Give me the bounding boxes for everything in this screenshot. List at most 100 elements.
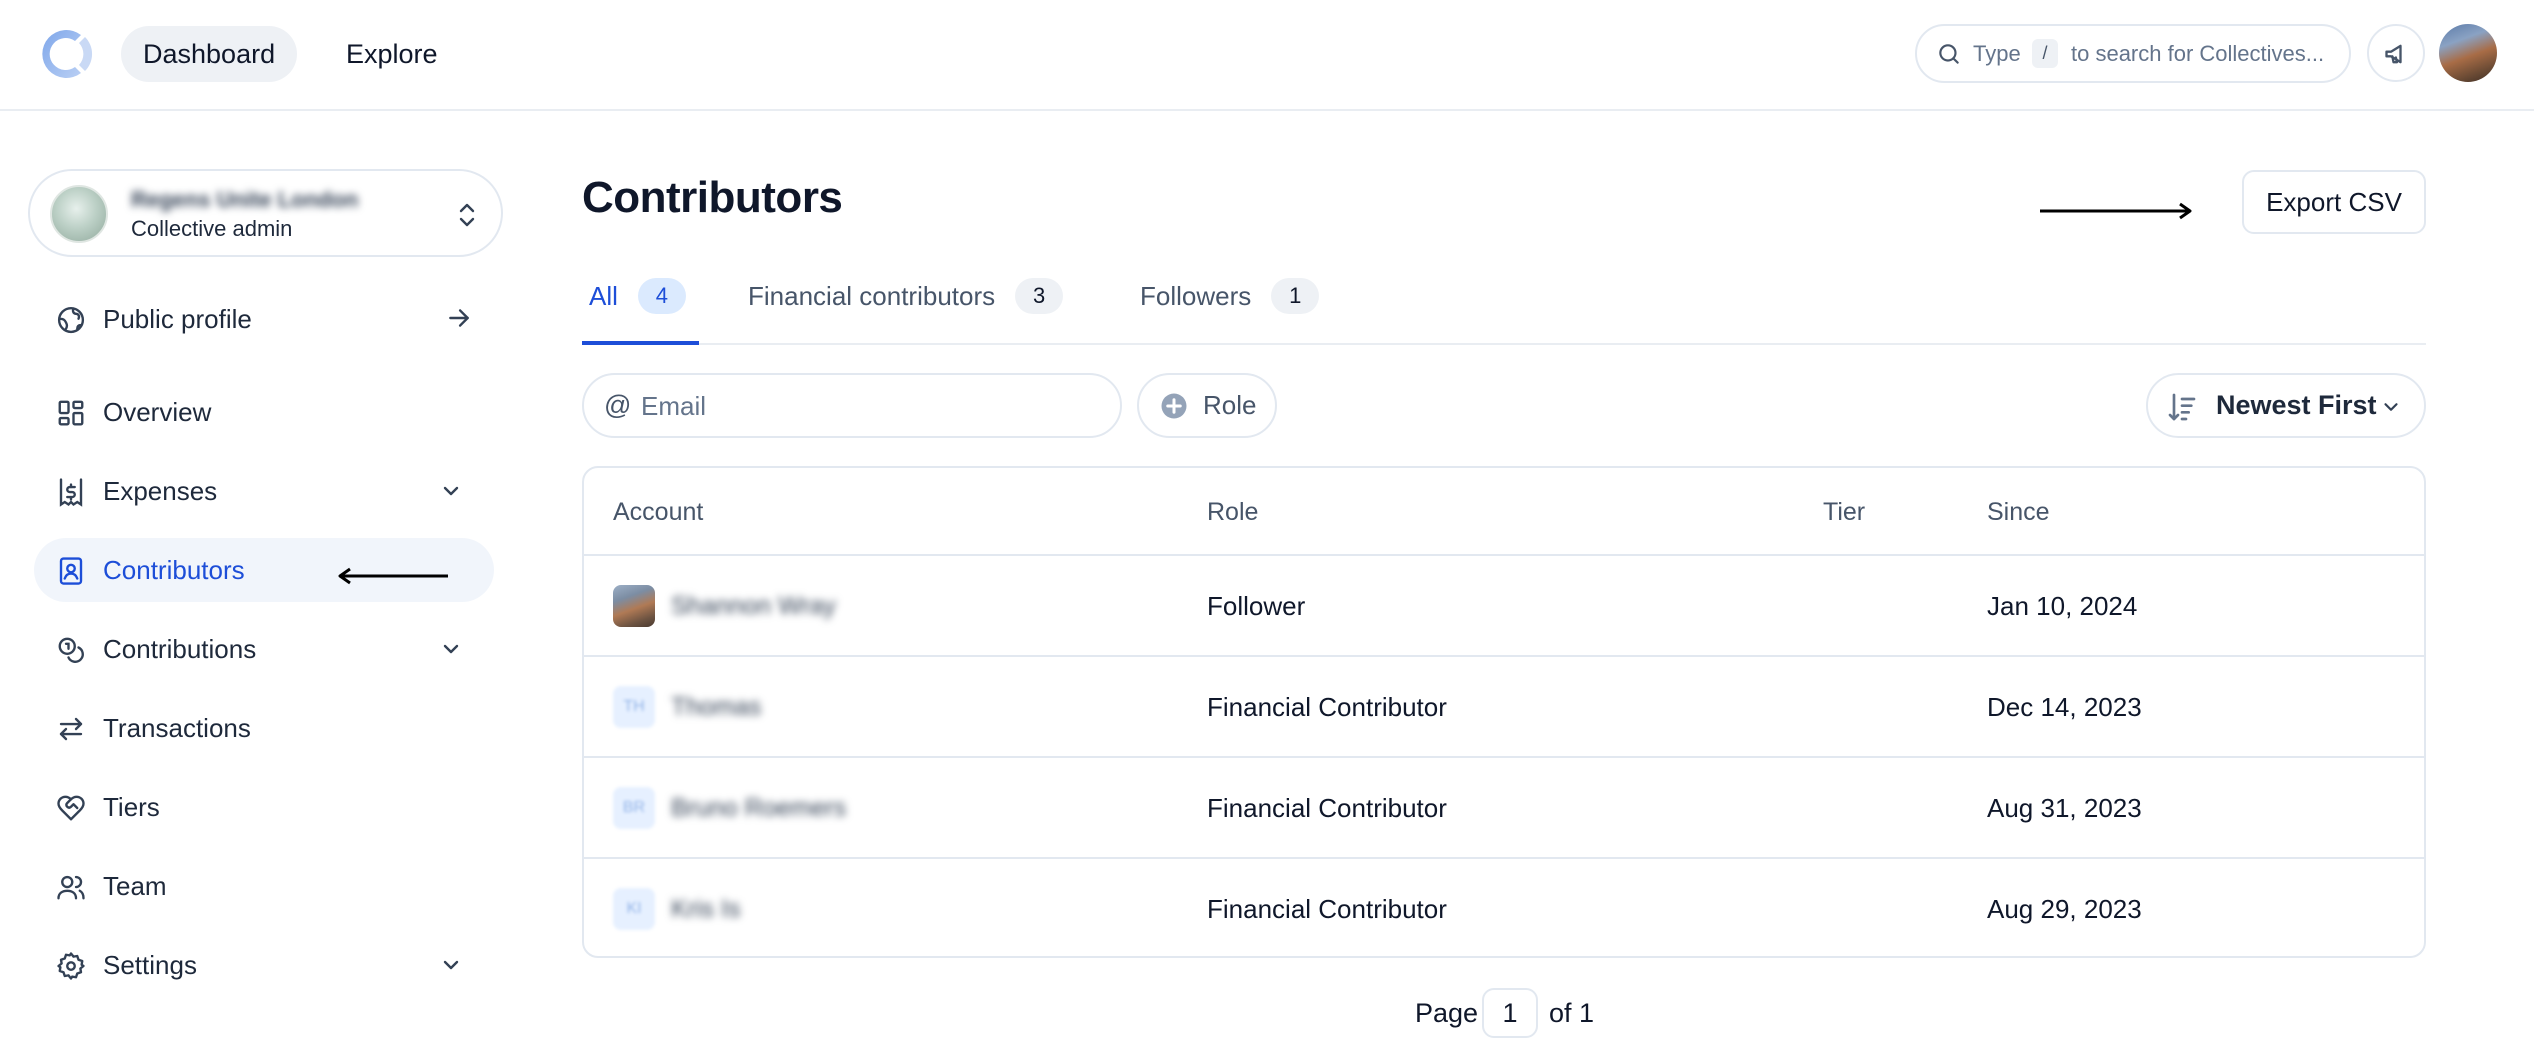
- users-icon: [57, 875, 85, 900]
- chevron-down-icon: [443, 644, 459, 654]
- plus-circle-icon: [1161, 393, 1187, 419]
- tab-financial-contributors[interactable]: Financial contributors 3: [748, 260, 1064, 345]
- tab-count-badge: 1: [1271, 278, 1320, 314]
- role-cell: Follower: [1207, 591, 1306, 621]
- table-header: Account Role Tier Since: [584, 468, 2424, 556]
- column-header-account: Account: [613, 498, 704, 526]
- global-search[interactable]: Type / to search for Collectives...: [1915, 24, 2351, 83]
- since-cell: Aug 29, 2023: [1987, 894, 2142, 924]
- contributor-avatar: KI: [613, 888, 655, 930]
- annotation-arrow-left: [338, 567, 448, 585]
- tab-all[interactable]: All 4: [582, 260, 699, 345]
- contact-book-icon: [59, 557, 83, 585]
- opencollective-logo[interactable]: [33, 23, 95, 85]
- chevrons-up-down-icon: [459, 203, 475, 227]
- email-filter[interactable]: @: [582, 373, 1122, 438]
- sidebar-item-overview[interactable]: Overview: [34, 380, 494, 444]
- contributor-avatar: TH: [613, 686, 655, 728]
- announcements-button[interactable]: [2367, 24, 2425, 82]
- chevron-down-icon: [443, 960, 459, 970]
- grid-icon: [58, 400, 84, 426]
- search-icon: [1939, 44, 1959, 64]
- sidebar-item-expenses[interactable]: Expenses: [34, 459, 494, 523]
- role-cell: Financial Contributor: [1207, 793, 1447, 823]
- collective-role: Collective admin: [131, 216, 293, 241]
- account-cell[interactable]: KI Kris Is: [584, 859, 1184, 956]
- user-avatar[interactable]: [2439, 24, 2497, 82]
- gear-icon: [57, 952, 85, 980]
- annotation-arrow-right: [2040, 202, 2192, 220]
- contributor-name: Thomas: [671, 693, 762, 721]
- nav-dashboard[interactable]: Dashboard: [121, 26, 298, 82]
- account-cell[interactable]: TH Thomas: [584, 657, 1184, 757]
- email-filter-input[interactable]: [641, 385, 1101, 427]
- page-title: Contributors: [582, 173, 843, 222]
- collective-name: Regens Unite London: [131, 187, 359, 212]
- sidebar-item-label: Expenses: [103, 476, 218, 506]
- since-cell: Jan 10, 2024: [1987, 591, 2138, 621]
- pagination-suffix: of 1: [1549, 998, 1595, 1028]
- contributor-name: Bruno Roemers: [671, 794, 847, 822]
- tab-count-badge: 3: [1015, 278, 1064, 314]
- chevron-down-icon: [443, 486, 459, 496]
- table-row[interactable]: TH Thomas Financial Contributor Dec 14, …: [584, 657, 2424, 758]
- sidebar-item-public-profile[interactable]: Public profile: [34, 287, 494, 351]
- receipt-dollar-icon: [59, 478, 83, 507]
- arrow-right-icon: [449, 309, 469, 327]
- since-cell: Dec 14, 2023: [1987, 692, 2142, 722]
- tab-label: Financial contributors: [748, 281, 996, 311]
- column-header-role: Role: [1207, 498, 1259, 526]
- account-cell[interactable]: Shannon Wray: [584, 556, 1184, 656]
- search-hint-prefix: Type: [1973, 41, 2021, 66]
- contributor-tabs: All 4 Financial contributors 3 Followers 1: [582, 260, 2426, 345]
- sidebar-item-label: Settings: [103, 950, 197, 980]
- sidebar-item-label: Contributors: [103, 555, 245, 585]
- contributor-avatar: [613, 585, 655, 627]
- contributor-name: Kris Is: [671, 895, 741, 923]
- account-switcher[interactable]: Regens Unite London Collective admin: [28, 169, 503, 257]
- pagination-prefix: Page: [1415, 998, 1479, 1028]
- arrows-left-right-icon: [59, 717, 83, 741]
- search-hint-suffix: to search for Collectives...: [2071, 41, 2325, 66]
- sort-dropdown[interactable]: Newest First: [2146, 373, 2426, 438]
- contributor-name: Shannon Wray: [671, 592, 836, 620]
- page-number-input[interactable]: 1: [1482, 988, 1538, 1038]
- column-header-tier: Tier: [1823, 498, 1866, 526]
- since-cell: Aug 31, 2023: [1987, 793, 2142, 823]
- globe-icon: [57, 306, 85, 334]
- contributors-table: Account Role Tier Since Shannon Wray Fol…: [582, 466, 2426, 958]
- collective-avatar: [50, 185, 108, 243]
- nav-explore[interactable]: Explore: [324, 26, 460, 82]
- sidebar-item-team[interactable]: Team: [34, 854, 494, 918]
- tab-label: Followers: [1140, 281, 1252, 311]
- table-row[interactable]: BR Bruno Roemers Financial Contributor A…: [584, 758, 2424, 859]
- sidebar-item-settings[interactable]: Settings: [34, 933, 494, 997]
- role-filter-button[interactable]: Role: [1137, 373, 1277, 438]
- account-cell[interactable]: BR Bruno Roemers: [584, 758, 1184, 858]
- sidebar-item-label: Team: [103, 871, 167, 901]
- coins-icon: [58, 637, 84, 663]
- chevron-down-icon: [2384, 403, 2398, 411]
- heart-handshake-icon: [57, 795, 85, 821]
- role-filter-label: Role: [1203, 390, 1257, 420]
- column-header-since: Since: [1987, 498, 2050, 526]
- top-bar: Dashboard Explore Type / to search for C…: [0, 0, 2534, 111]
- sidebar-item-label: Transactions: [103, 713, 251, 743]
- search-shortcut-key: /: [2032, 39, 2058, 68]
- sidebar-item-tiers[interactable]: Tiers: [34, 775, 494, 839]
- sort-label: Newest First: [2216, 390, 2377, 420]
- table-row[interactable]: Shannon Wray Follower Jan 10, 2024: [584, 556, 2424, 657]
- tab-followers[interactable]: Followers 1: [1140, 260, 1320, 345]
- sidebar-item-contributions[interactable]: Contributions: [34, 617, 494, 681]
- table-row[interactable]: KI Kris Is Financial Contributor Aug 29,…: [584, 859, 2424, 956]
- export-csv-button[interactable]: Export CSV: [2242, 170, 2426, 234]
- sidebar-item-label: Overview: [103, 397, 212, 427]
- sidebar-item-transactions[interactable]: Transactions: [34, 696, 494, 760]
- tab-label: All: [589, 281, 618, 311]
- role-cell: Financial Contributor: [1207, 894, 1447, 924]
- megaphone-icon: [2385, 44, 2402, 64]
- contributor-avatar: BR: [613, 787, 655, 829]
- sort-descending-icon: [2168, 393, 2196, 421]
- at-sign-icon: @: [604, 390, 632, 420]
- sidebar-item-label: Tiers: [103, 792, 160, 822]
